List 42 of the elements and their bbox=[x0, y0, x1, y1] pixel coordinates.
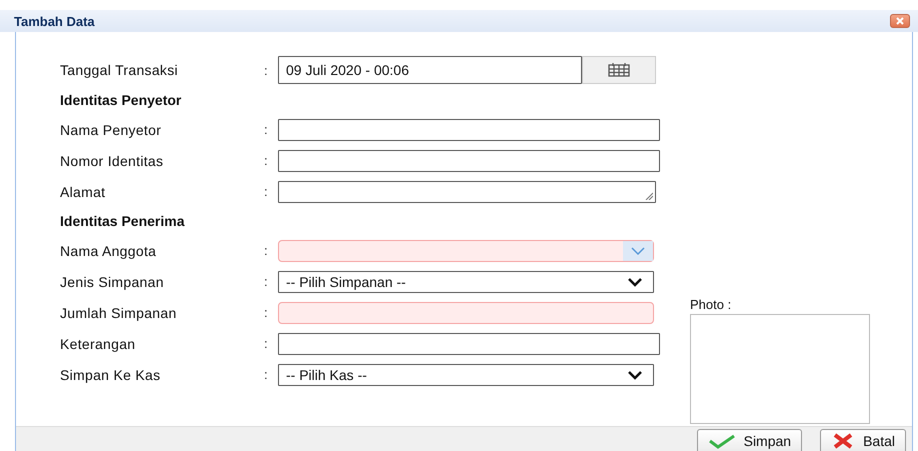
field-label: Nama Penyetor bbox=[60, 122, 162, 138]
field-label: Nomor Identitas bbox=[60, 152, 164, 168]
save-button[interactable]: Simpan bbox=[696, 429, 802, 451]
field-label: Keterangan bbox=[60, 336, 136, 352]
window-title: Tambah Data bbox=[14, 14, 95, 28]
field-label: Jenis Simpanan bbox=[60, 274, 165, 290]
select-field[interactable]: -- Pilih Simpanan -- bbox=[278, 270, 654, 292]
section-heading: Identitas Penerima bbox=[60, 213, 184, 229]
field-label: Alamat bbox=[60, 184, 106, 200]
field-label: Nama Anggota bbox=[60, 242, 158, 258]
colon-text: : bbox=[263, 153, 269, 168]
colon-text: : bbox=[263, 305, 269, 320]
cancel-button[interactable]: Batal bbox=[820, 429, 906, 451]
chevron-icon bbox=[630, 246, 646, 256]
field-label: Simpan Ke Kas bbox=[60, 366, 162, 382]
date-field[interactable]: 09 Juli 2020 - 00:06 bbox=[278, 56, 582, 84]
calendar-button[interactable] bbox=[582, 56, 656, 84]
checkmark-icon bbox=[708, 432, 736, 448]
chevron-icon bbox=[627, 276, 643, 286]
colon-text: : bbox=[263, 184, 269, 199]
text-field[interactable] bbox=[278, 332, 660, 354]
text-field[interactable] bbox=[278, 118, 660, 140]
close-icon bbox=[895, 16, 905, 26]
field-label: Jumlah Simpanan bbox=[60, 304, 178, 320]
chevron-icon bbox=[627, 370, 643, 380]
field-label: Tanggal Transaksi bbox=[60, 62, 179, 78]
text-field[interactable] bbox=[278, 150, 660, 172]
text-area[interactable] bbox=[278, 180, 656, 202]
colon-text: : bbox=[263, 336, 269, 351]
section-heading: Identitas Penyetor bbox=[60, 92, 182, 108]
text-field[interactable] bbox=[278, 302, 654, 324]
close-button[interactable] bbox=[890, 14, 910, 28]
colon-text: : bbox=[263, 122, 269, 137]
colon-text: : bbox=[263, 243, 269, 258]
photo-label: Photo : bbox=[690, 297, 732, 312]
colon-text: : bbox=[263, 62, 269, 78]
resize-handle-icon bbox=[645, 192, 653, 200]
calendar-icon bbox=[608, 63, 630, 77]
combo-field[interactable] bbox=[278, 240, 654, 262]
colon-text: : bbox=[263, 367, 269, 382]
select-field[interactable]: -- Pilih Kas -- bbox=[278, 364, 654, 386]
colon-text: : bbox=[263, 274, 269, 289]
